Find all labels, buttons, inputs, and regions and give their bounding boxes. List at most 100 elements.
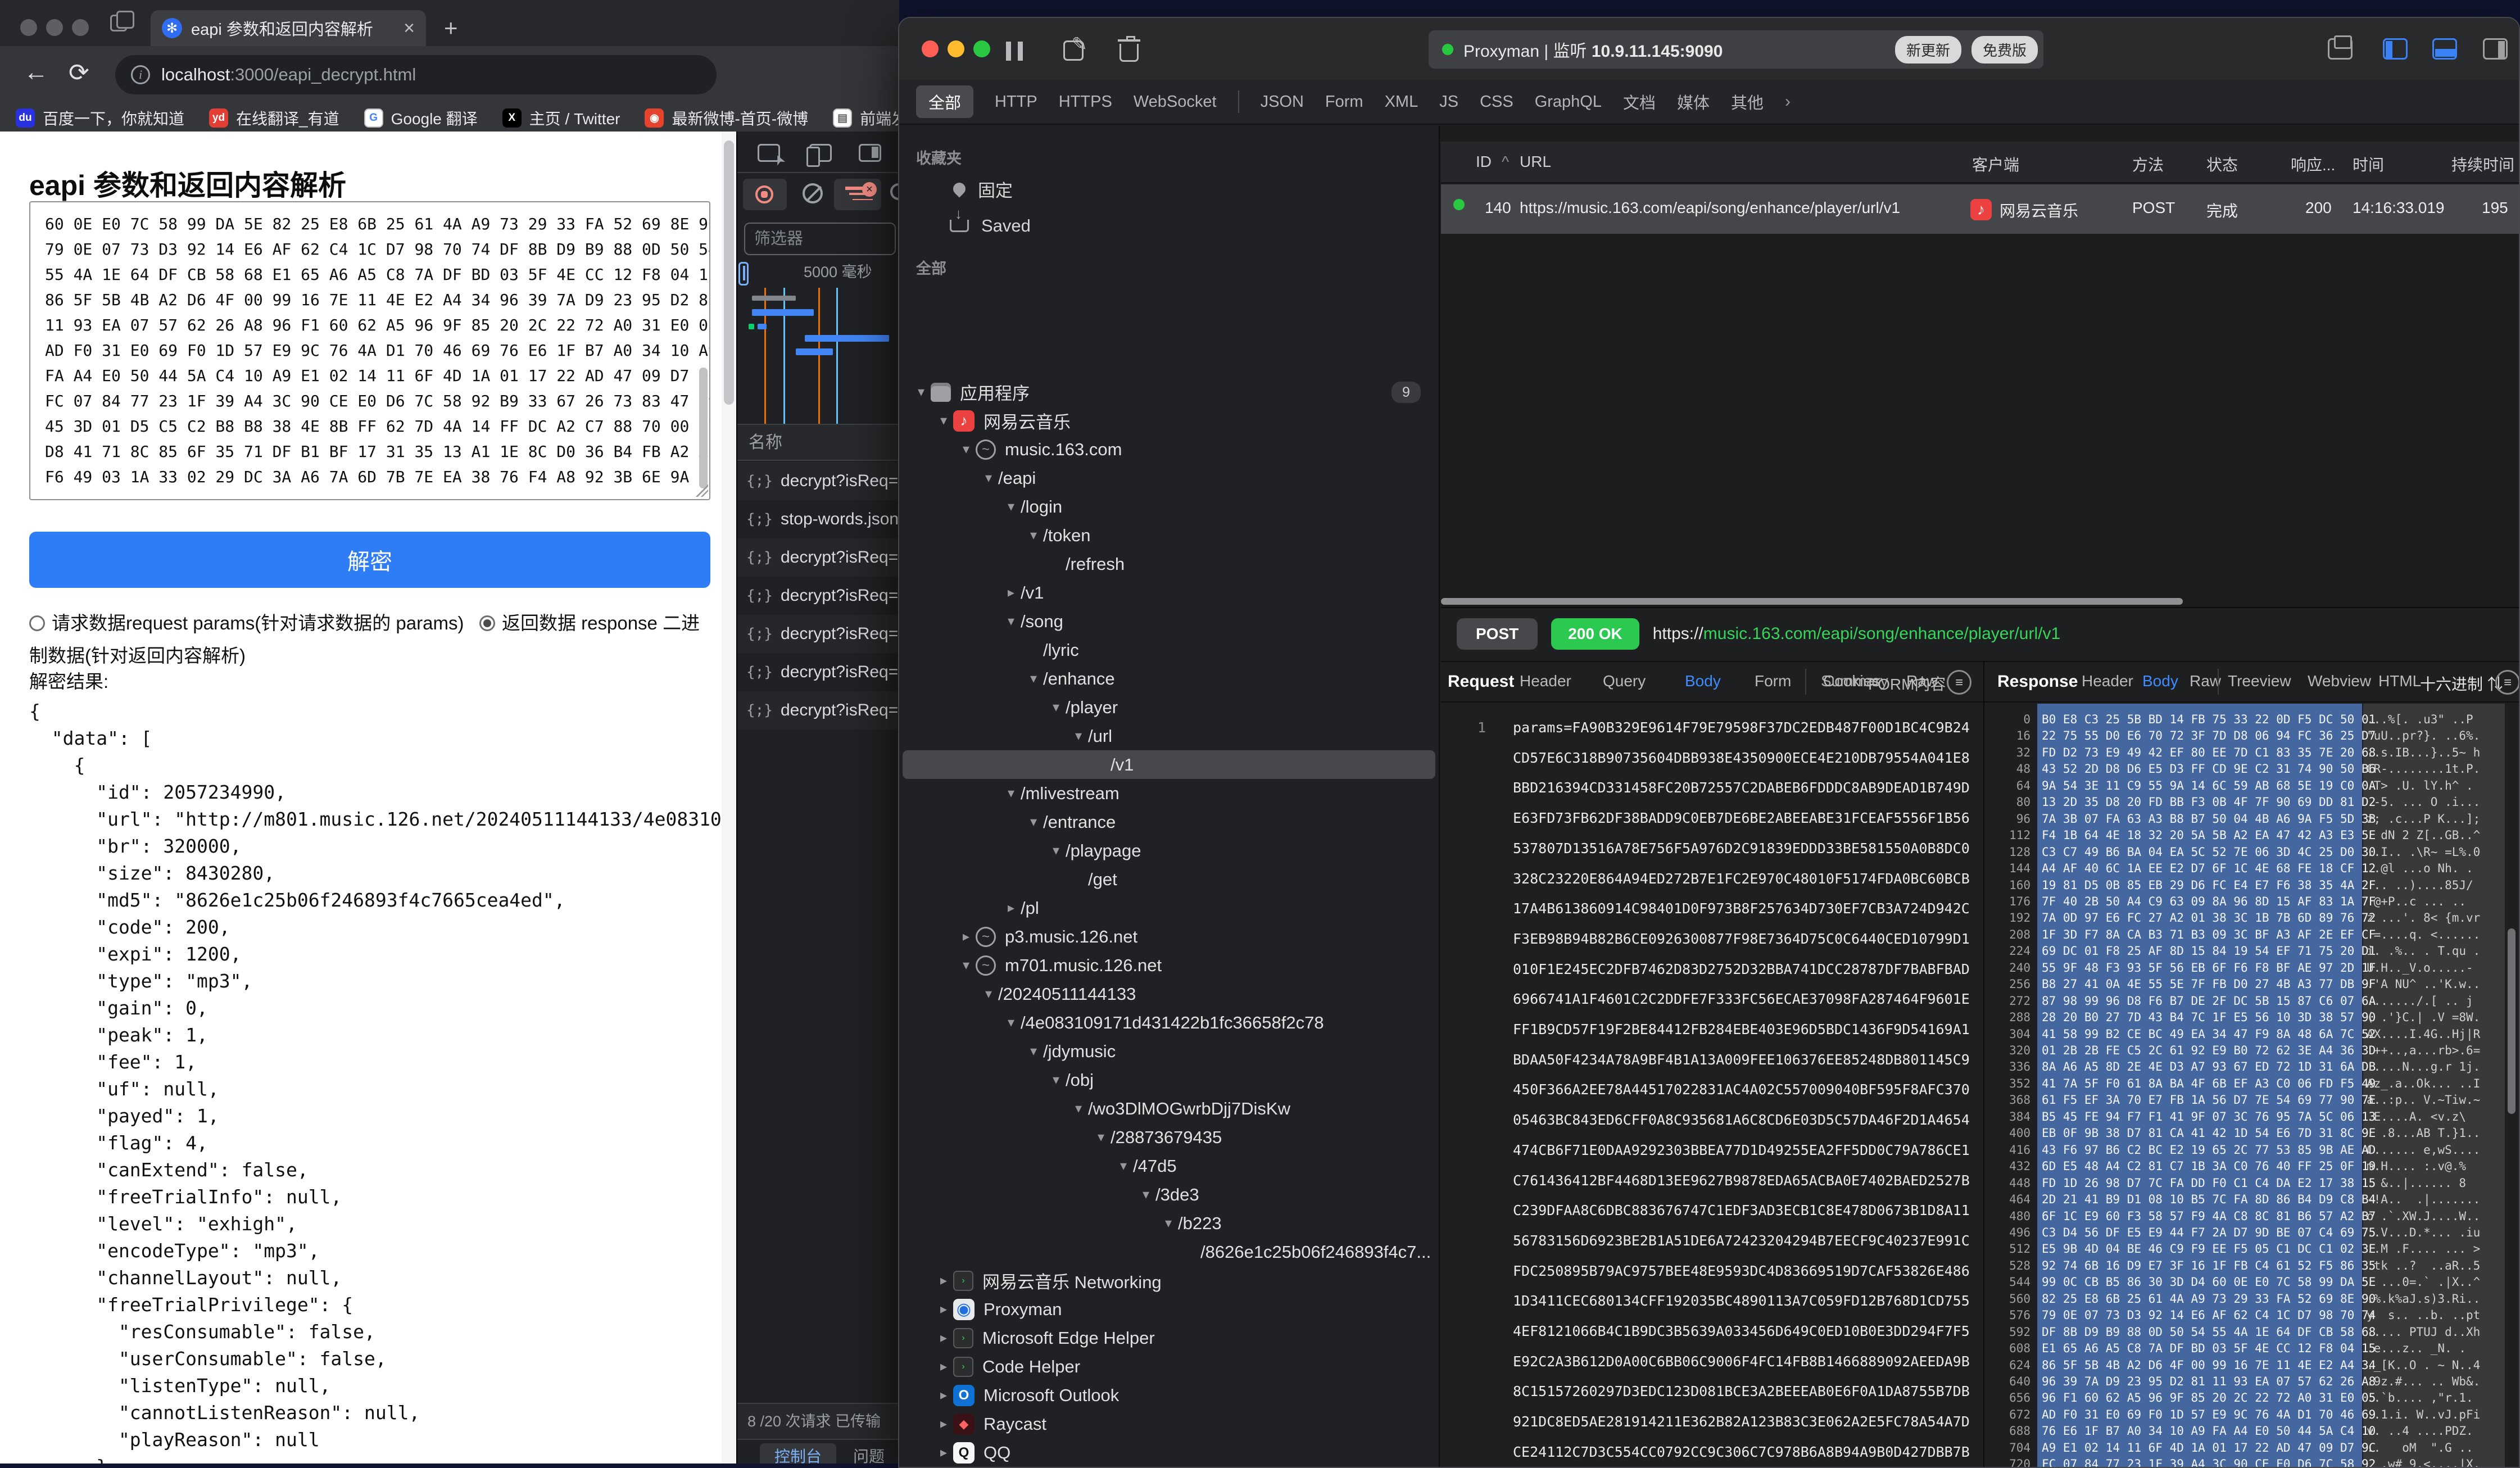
tree-item--28873679435[interactable]: ▾/28873679435 xyxy=(903,1123,1435,1152)
hex-row[interactable]: 27287 98 99 96 D8 F6 B7 DE 2F DC 5B 15 8… xyxy=(1984,993,2519,1009)
network-request-row[interactable]: {;}stop-words.json? xyxy=(737,500,899,538)
chevron-icon[interactable]: ▾ xyxy=(1001,499,1021,515)
hex-row[interactable]: 56082 25 E8 6B 25 61 4A A9 73 29 33 FA 5… xyxy=(1984,1291,2519,1307)
request-tab-body[interactable]: Body xyxy=(1685,672,1721,690)
chevron-icon[interactable]: ▸ xyxy=(934,1444,953,1461)
tree-item-Microsoft-Edge-Helper[interactable]: ▸›Microsoft Edge Helper xyxy=(903,1324,1435,1352)
update-badge[interactable]: 新更新 xyxy=(1895,36,1961,64)
hex-row[interactable]: 1622 75 55 D0 E6 70 72 3F 7D D8 06 94 FC… xyxy=(1984,728,2519,744)
response-tab-raw[interactable]: Raw xyxy=(2190,672,2221,690)
hex-row[interactable]: 649A 54 3E 11 C9 55 9A 14 6C 59 AB 68 5E… xyxy=(1984,778,2519,794)
chevron-icon[interactable]: ▾ xyxy=(1001,613,1021,629)
network-request-row[interactable]: {;}decrypt?isReq=tr xyxy=(737,462,899,500)
hex-row[interactable]: 592DF 8B D9 B9 88 0D 50 54 55 4A 1E 64 D… xyxy=(1984,1324,2519,1340)
chevron-icon[interactable]: ▾ xyxy=(957,441,976,457)
hex-row[interactable]: 144A4 AF 40 6C 1A EE E2 D7 6F 1C 4E 68 F… xyxy=(1984,860,2519,877)
address-bar[interactable]: i localhost:3000/eapi_decrypt.html xyxy=(115,55,717,94)
hex-row[interactable]: 24055 9F 48 F3 93 5F 56 EB 6F F6 F8 BF A… xyxy=(1984,960,2519,976)
chevron-icon[interactable]: ▾ xyxy=(1046,699,1066,715)
tree-item--[interactable]: ▾应用程序9 xyxy=(903,378,1435,406)
hex-row[interactable]: 35241 7A 5F F0 61 8A BA 4F 6B EF A3 C0 0… xyxy=(1984,1076,2519,1092)
tree-item--v1[interactable]: ▸/v1 xyxy=(903,578,1435,607)
tree-item--47d5[interactable]: ▾/47d5 xyxy=(903,1152,1435,1180)
filter-toggle-button[interactable]: × xyxy=(834,179,881,210)
sidebar-item-pinned[interactable]: 固定 xyxy=(899,174,1439,203)
filter-chip-XML[interactable]: XML xyxy=(1385,93,1418,111)
chevron-icon[interactable]: ▸ xyxy=(934,1272,953,1289)
tree-item--[interactable]: ▾♪网易云音乐 xyxy=(903,406,1435,435)
page-scrollbar-thumb[interactable] xyxy=(724,141,734,405)
filter-chip-Form[interactable]: Form xyxy=(1325,93,1363,111)
tree-item--Networking[interactable]: ▸›网易云音乐 Networking xyxy=(903,1266,1435,1295)
hex-row[interactable]: 4642D 21 41 B9 D1 08 10 B5 7C FA 8D 86 B… xyxy=(1984,1191,2519,1208)
toggle-sidebar-icon[interactable] xyxy=(2383,38,2408,60)
tree-item--player[interactable]: ▾/player xyxy=(903,693,1435,722)
hex-row[interactable]: 41643 F6 97 B6 C2 BC E2 19 65 2C 77 53 8… xyxy=(1984,1142,2519,1158)
response-tab-body[interactable]: Body xyxy=(2142,672,2178,690)
decrypt-button[interactable]: 解密 xyxy=(29,532,710,588)
response-tab-webview[interactable]: Webview xyxy=(2308,672,2371,690)
chevron-icon[interactable]: ▾ xyxy=(1046,842,1066,859)
request-tab-form[interactable]: Form xyxy=(1755,672,1791,690)
column-header-5[interactable]: 响应... xyxy=(2291,153,2335,175)
hex-row[interactable]: 57679 0E 07 73 D3 92 14 E6 AF 62 C4 1C D… xyxy=(1984,1307,2519,1324)
tree-item--playpage[interactable]: ▾/playpage xyxy=(903,836,1435,865)
bookmark-item[interactable]: ◉最新微博-首页-微博 xyxy=(645,107,808,129)
tab-close-icon[interactable]: × xyxy=(404,17,415,39)
hex-row[interactable]: 1767F 40 2B 50 A4 C9 63 09 8A 96 8D 15 A… xyxy=(1984,894,2519,910)
table-header[interactable]: ID^URL客户端方法状态响应...时间持续时间 xyxy=(1441,142,2519,183)
tree-item--20240511144133[interactable]: ▾/20240511144133 xyxy=(903,980,1435,1008)
tree-item--8626e1c25b06f246893f4c7...[interactable]: /8626e1c25b06f246893f4c7... xyxy=(903,1238,1435,1266)
column-header-7[interactable]: 持续时间 xyxy=(2451,153,2514,175)
window-zoom-button[interactable] xyxy=(973,40,990,57)
tree-item--token[interactable]: ▾/token xyxy=(903,521,1435,550)
chevron-icon[interactable]: ▸ xyxy=(934,1301,953,1317)
filter-chip-HTTPS[interactable]: HTTPS xyxy=(1059,93,1112,111)
tree-item--3de3[interactable]: ▾/3de3 xyxy=(903,1180,1435,1209)
network-filter-input[interactable]: 筛选器 xyxy=(744,223,896,255)
chevron-icon[interactable]: ▾ xyxy=(1024,670,1043,687)
filter-chip-文档[interactable]: 文档 xyxy=(1623,90,1656,114)
pause-capture-icon[interactable] xyxy=(1006,42,1023,61)
response-binary-radio[interactable] xyxy=(479,615,495,631)
chevron-icon[interactable]: ▾ xyxy=(979,986,998,1002)
hex-row[interactable]: 384B5 45 FE 94 F7 F1 41 9F 07 3C 76 95 7… xyxy=(1984,1109,2519,1125)
hex-row[interactable]: 65696 F1 60 62 A5 96 9F 85 20 2C 22 72 A… xyxy=(1984,1390,2519,1406)
hex-row[interactable]: 22469 DC 01 F8 25 AF 8D 15 84 19 54 EF 7… xyxy=(1984,943,2519,959)
tree-item--get[interactable]: /get xyxy=(903,865,1435,894)
hex-row[interactable]: 1927A 0D 97 E6 FC 27 A2 01 38 3C 1B 7B 6… xyxy=(1984,910,2519,926)
hex-row[interactable]: 68876 E6 1F B7 A0 34 10 A9 FA A4 E0 50 4… xyxy=(1984,1423,2519,1439)
hex-row[interactable]: 448FD 1D 26 98 D7 7C FA DD F0 C1 C4 DA E… xyxy=(1984,1175,2519,1191)
back-button[interactable]: ← xyxy=(24,58,48,87)
chevron-icon[interactable]: ▸ xyxy=(934,1416,953,1432)
request-body-viewer[interactable]: 1 params=FA90B329E9614F79E79598F37DC2EDB… xyxy=(1441,704,1983,1467)
device-toolbar-icon[interactable] xyxy=(809,144,832,162)
table-row[interactable]: 140 https://music.163.com/eapi/song/enha… xyxy=(1441,184,2519,234)
chevron-icon[interactable]: ▾ xyxy=(1001,1014,1021,1031)
window-zoom-button[interactable] xyxy=(72,19,89,36)
tree-item-Raycast[interactable]: ▸◆Raycast xyxy=(903,1410,1435,1438)
hex-row[interactable]: 32FD D2 73 E9 49 42 EF 80 EE 7D C1 83 35… xyxy=(1984,745,2519,761)
bookmark-item[interactable]: GGoogle 翻译 xyxy=(364,107,478,129)
tree-item--url[interactable]: ▾/url xyxy=(903,722,1435,750)
new-tab-button[interactable]: + xyxy=(444,15,458,42)
chevron-icon[interactable]: ▾ xyxy=(1024,1043,1043,1059)
chevron-icon[interactable]: ▸ xyxy=(934,1387,953,1403)
hex-row[interactable]: 3368A A6 A5 8D 2E 4E D3 A7 93 67 ED 72 1… xyxy=(1984,1059,2519,1075)
dock-side-icon[interactable] xyxy=(859,144,881,162)
hex-row[interactable]: 256B8 27 41 0A 4E 55 5E 7F FB D0 27 4B A… xyxy=(1984,976,2519,993)
hex-row[interactable]: 672AD F0 31 E0 69 F0 1D 57 E9 9C 76 4A D… xyxy=(1984,1407,2519,1423)
hex-row[interactable]: 30441 58 99 B2 CE BC 49 EA 34 47 F9 8A 4… xyxy=(1984,1026,2519,1043)
filter-chip-其他[interactable]: 其他 xyxy=(1731,90,1764,114)
tree-item--v1[interactable]: /v1 xyxy=(903,750,1435,779)
tree-item--login[interactable]: ▾/login xyxy=(903,492,1435,521)
column-header-6[interactable]: 时间 xyxy=(2353,153,2384,175)
tree-item--lyric[interactable]: /lyric xyxy=(903,636,1435,664)
filter-chip-媒体[interactable]: 媒体 xyxy=(1677,90,1710,114)
chevron-icon[interactable]: ▾ xyxy=(979,470,998,486)
hex-row[interactable]: 54499 0C CB B5 86 30 3D D4 60 0E E0 7C 5… xyxy=(1984,1274,2519,1290)
chevron-icon[interactable]: ▾ xyxy=(1024,527,1043,543)
window-minimize-button[interactable] xyxy=(46,19,63,36)
chevron-icon[interactable]: ▾ xyxy=(1136,1186,1155,1203)
hex-row[interactable]: 608E1 65 A6 A5 C8 7A DF BD 03 5F 4E CC 1… xyxy=(1984,1340,2519,1357)
